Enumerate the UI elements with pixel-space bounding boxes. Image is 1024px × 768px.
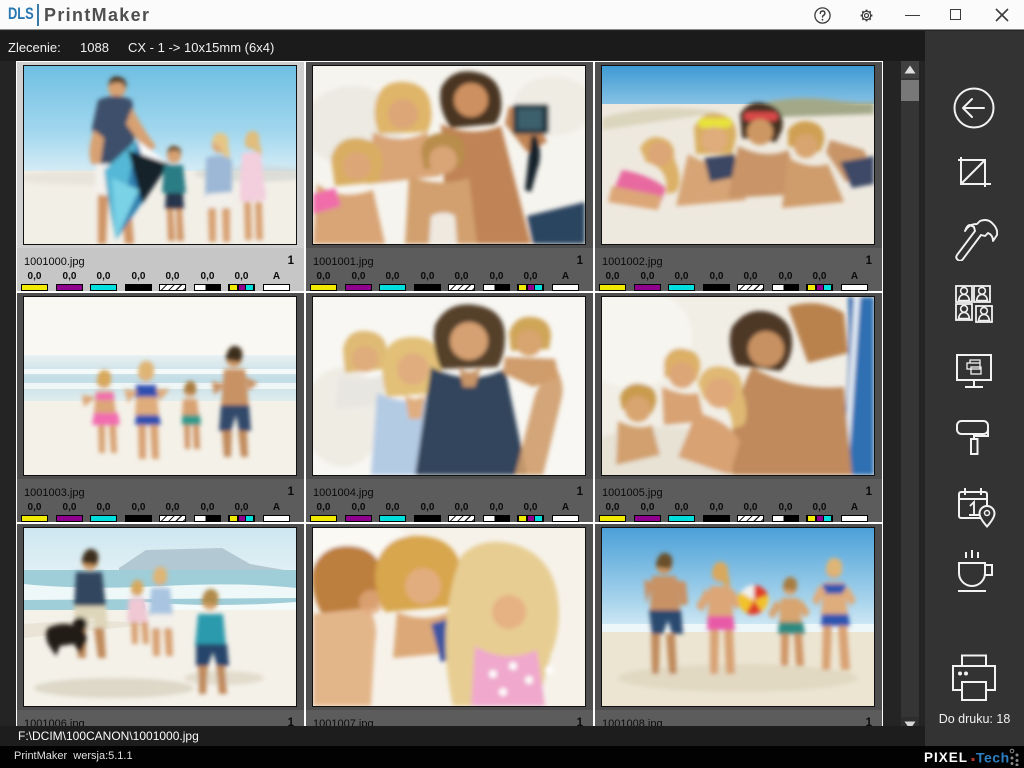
svg-text:Tech: Tech bbox=[976, 750, 1010, 766]
svg-text:PIXEL: PIXEL bbox=[924, 750, 968, 765]
